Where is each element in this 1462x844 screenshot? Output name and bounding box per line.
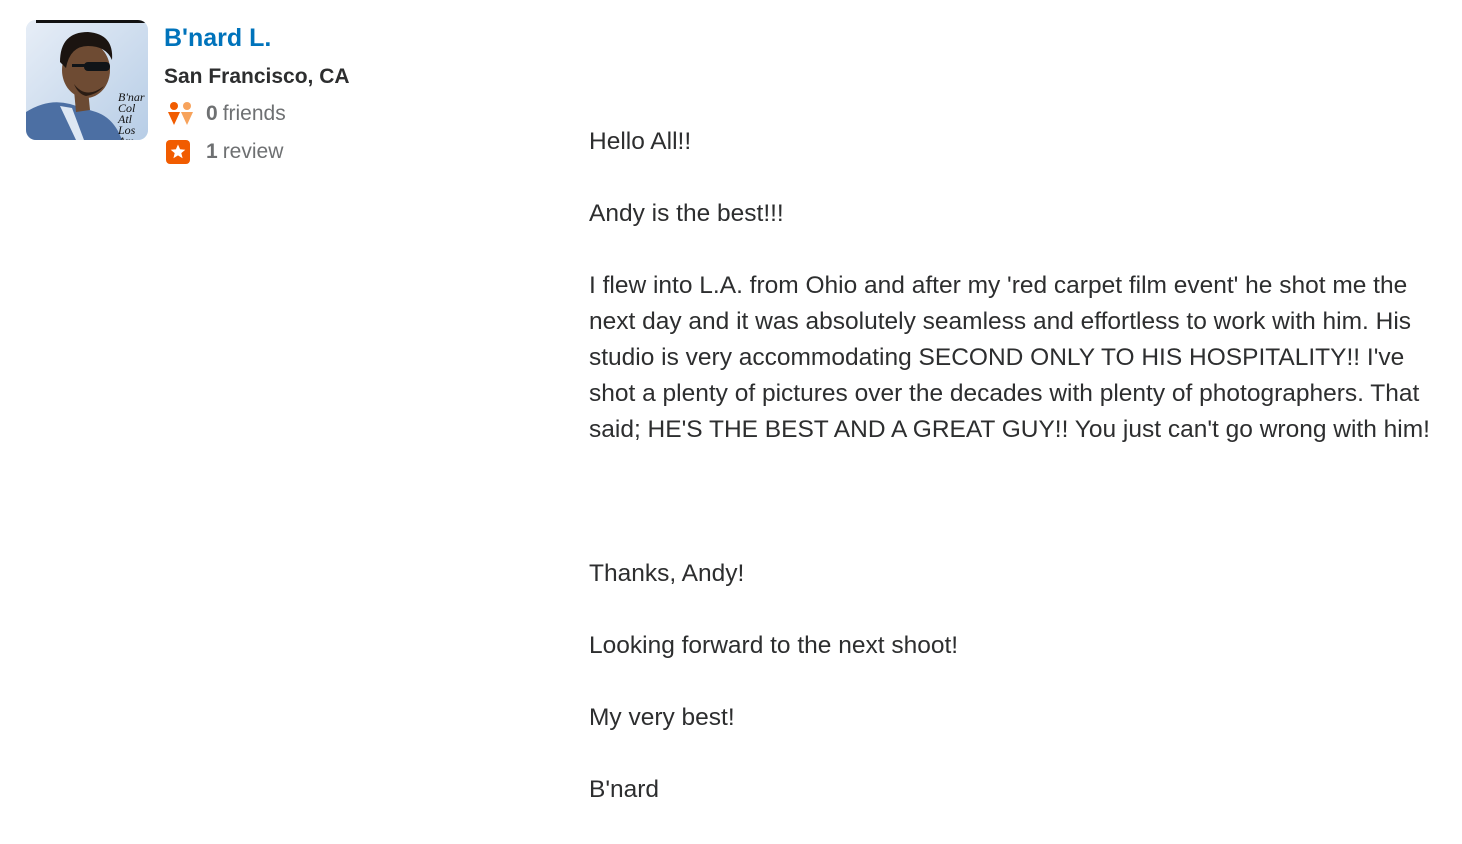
avatar-caption: B'nar Col Atl Los Am: [118, 90, 145, 140]
star-icon: [166, 139, 196, 165]
avatar[interactable]: B'nar Col Atl Los Am: [26, 20, 148, 140]
review-line: Looking forward to the next shoot!: [589, 632, 959, 659]
review-line: I flew into L.A. from Ohio and after my …: [589, 272, 1430, 443]
friends-label: friends: [222, 102, 286, 125]
review-line: Hello All!!: [589, 128, 692, 155]
review-line: Thanks, Andy!: [589, 560, 745, 587]
review-line: B'nard: [589, 776, 660, 803]
review-blank-line: [589, 484, 1449, 520]
avatar-frame: [36, 20, 148, 23]
review-line: Andy is the best!!!: [589, 200, 784, 227]
friends-stat: 0 friends: [166, 101, 286, 127]
review-line: My very best!: [589, 704, 735, 731]
reviews-count: 1: [206, 140, 218, 163]
reviews-stat: 1 review: [166, 139, 283, 165]
user-location: San Francisco, CA: [164, 65, 350, 88]
reviews-label: review: [222, 140, 284, 163]
friends-count: 0: [206, 102, 218, 125]
review-text: Hello All!! Andy is the best!!! I flew i…: [589, 88, 1449, 844]
user-name-link[interactable]: B'nard L.: [164, 24, 271, 53]
user-passport: B'nar Col Atl Los Am B'nard L. San Franc…: [26, 18, 446, 178]
friends-icon: [166, 101, 196, 127]
